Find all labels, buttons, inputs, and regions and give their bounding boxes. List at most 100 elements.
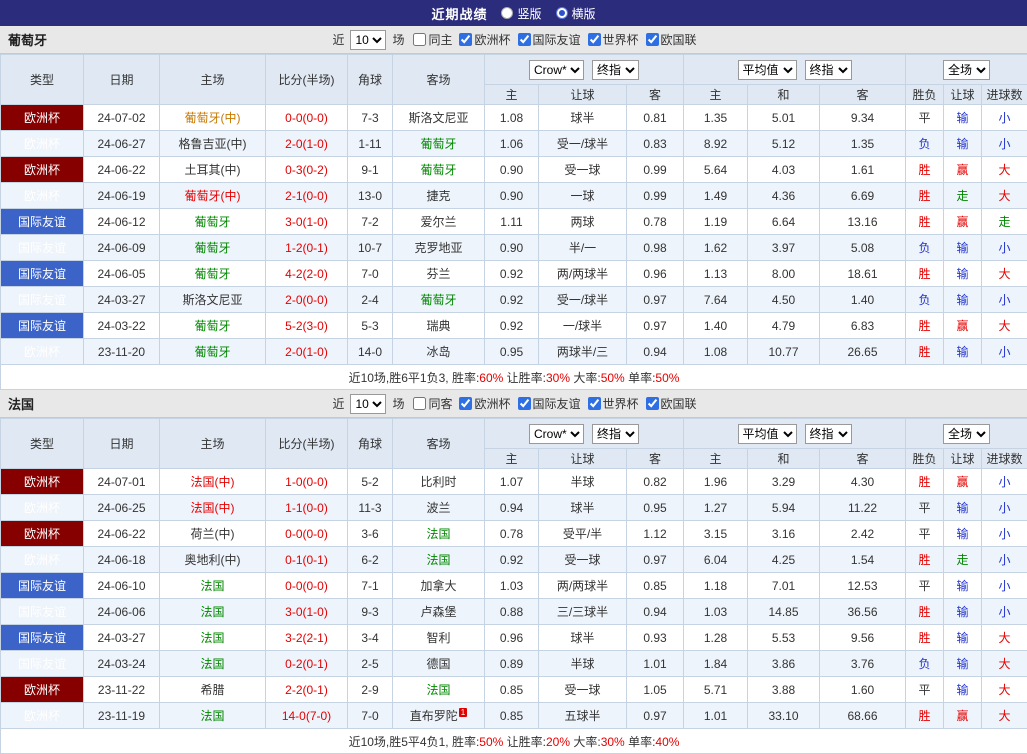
home-team-cell: 土耳其(中) bbox=[160, 157, 266, 183]
result-outcome-cell: 平 bbox=[906, 677, 944, 703]
handicap-line-cell: 五球半 bbox=[539, 703, 627, 729]
checkbox-input[interactable] bbox=[646, 33, 659, 46]
euro-odds-source-select[interactable]: 平均值 bbox=[738, 60, 797, 80]
checkbox-input[interactable] bbox=[459, 397, 472, 410]
competition-checkbox[interactable]: 世界杯 bbox=[588, 31, 639, 48]
checkbox-input[interactable] bbox=[518, 33, 531, 46]
competition-checkbox[interactable]: 欧国联 bbox=[646, 395, 697, 412]
competition-checkbox[interactable]: 欧洲杯 bbox=[459, 31, 510, 48]
euro-away-odds-cell: 1.60 bbox=[820, 677, 906, 703]
euro-odds-source-select[interactable]: 平均值 bbox=[738, 424, 797, 444]
corners-cell: 10-7 bbox=[348, 235, 393, 261]
column-header-handicap-home: 主 bbox=[485, 449, 539, 469]
checkbox-input[interactable] bbox=[518, 397, 531, 410]
type-cell: 国际友谊 bbox=[1, 235, 84, 261]
match-scope-select[interactable]: 全场 bbox=[943, 60, 990, 80]
result-outcome-cell: 负 bbox=[906, 287, 944, 313]
away-team-cell: 冰岛 bbox=[393, 339, 485, 365]
same-venue-checkbox[interactable]: 同主 bbox=[413, 31, 452, 48]
page: 近期战绩 竖版 横版 葡萄牙 近 10 场 同主 欧洲杯国际友谊世界杯欧国联 bbox=[0, 0, 1027, 754]
match-scope-select[interactable]: 全场 bbox=[943, 424, 990, 444]
date-cell: 24-07-02 bbox=[84, 105, 160, 131]
result-outcome-cell: 胜 bbox=[906, 469, 944, 495]
handicap-away-odds-cell: 0.85 bbox=[627, 573, 684, 599]
checkbox-label: 世界杯 bbox=[603, 395, 639, 412]
result-handicap-cell: 输 bbox=[944, 495, 982, 521]
layout-radio-unselected[interactable]: 竖版 bbox=[501, 5, 541, 22]
handicap-away-odds-cell: 0.97 bbox=[627, 547, 684, 573]
home-team-cell: 法国 bbox=[160, 703, 266, 729]
type-cell: 欧洲杯 bbox=[1, 339, 84, 365]
home-team-cell: 法国 bbox=[160, 573, 266, 599]
euro-home-odds-cell: 1.49 bbox=[684, 183, 748, 209]
euro-draw-odds-cell: 5.01 bbox=[748, 105, 820, 131]
euro-odds-group-header: 平均值终指 bbox=[684, 55, 906, 85]
checkbox-input[interactable] bbox=[646, 397, 659, 410]
summary-segment: 50% bbox=[601, 371, 625, 385]
checkbox-input[interactable] bbox=[588, 397, 601, 410]
recent-count-select[interactable]: 10 bbox=[350, 30, 386, 50]
competition-checkbox[interactable]: 国际友谊 bbox=[518, 395, 581, 412]
checkbox-input[interactable] bbox=[413, 33, 426, 46]
result-handicap-cell: 输 bbox=[944, 105, 982, 131]
recent-label: 近 bbox=[332, 31, 344, 48]
section-bar: 葡萄牙 近 10 场 同主 欧洲杯国际友谊世界杯欧国联 bbox=[0, 26, 1027, 54]
header-row-main: 类型 日期 主场 比分(半场) 角球 客场 Crow*终指 平均值终指 全场 bbox=[1, 419, 1027, 449]
column-header-score: 比分(半场) bbox=[266, 55, 348, 105]
date-cell: 24-03-22 bbox=[84, 313, 160, 339]
competition-checkbox[interactable]: 世界杯 bbox=[588, 395, 639, 412]
competition-checkbox[interactable]: 欧国联 bbox=[646, 31, 697, 48]
corners-cell: 2-9 bbox=[348, 677, 393, 703]
euro-draw-odds-cell: 5.53 bbox=[748, 625, 820, 651]
result-goals-cell: 小 bbox=[982, 105, 1027, 131]
home-team-cell: 葡萄牙 bbox=[160, 313, 266, 339]
competition-checkbox[interactable]: 欧洲杯 bbox=[459, 395, 510, 412]
handicap-bookmaker-select[interactable]: Crow* bbox=[529, 424, 584, 444]
corners-cell: 2-5 bbox=[348, 651, 393, 677]
result-handicap-cell: 赢 bbox=[944, 157, 982, 183]
sections-container: 葡萄牙 近 10 场 同主 欧洲杯国际友谊世界杯欧国联 bbox=[0, 26, 1027, 754]
corners-cell: 7-1 bbox=[348, 573, 393, 599]
competition-checkbox[interactable]: 国际友谊 bbox=[518, 31, 581, 48]
handicap-odds-group-header: Crow* 终指 bbox=[485, 55, 684, 85]
radio-icon[interactable] bbox=[501, 7, 513, 19]
home-team-cell: 法国(中) bbox=[160, 495, 266, 521]
handicap-odds-type-select[interactable]: 终指 bbox=[592, 60, 639, 80]
checkbox-input[interactable] bbox=[588, 33, 601, 46]
checkbox-input[interactable] bbox=[413, 397, 426, 410]
summary-segment: 60% bbox=[479, 371, 503, 385]
handicap-bookmaker-select[interactable]: Crow* bbox=[529, 60, 584, 80]
same-venue-checkbox[interactable]: 同客 bbox=[413, 395, 452, 412]
corners-cell: 11-3 bbox=[348, 495, 393, 521]
match-row: 欧洲杯 23-11-22 希腊 2-2(0-1) 2-9 法国 0.85 受一球… bbox=[1, 677, 1027, 703]
column-header-home: 主场 bbox=[160, 419, 266, 469]
home-team-cell: 荷兰(中) bbox=[160, 521, 266, 547]
euro-odds-type-select[interactable]: 终指 bbox=[805, 60, 852, 80]
table-header: 类型 日期 主场 比分(半场) 角球 客场 Crow*终指 平均值终指 全场 主… bbox=[1, 419, 1027, 469]
euro-away-odds-cell: 11.22 bbox=[820, 495, 906, 521]
handicap-odds-type-select[interactable]: 终指 bbox=[592, 424, 639, 444]
date-cell: 23-11-20 bbox=[84, 339, 160, 365]
handicap-line-cell: 一球 bbox=[539, 183, 627, 209]
recent-count-select[interactable]: 10 bbox=[350, 394, 386, 414]
summary-segment: 让胜率: bbox=[503, 371, 546, 385]
column-header-corners: 角球 bbox=[348, 55, 393, 105]
checkbox-label: 世界杯 bbox=[603, 31, 639, 48]
away-team-cell: 卢森堡 bbox=[393, 599, 485, 625]
match-row: 欧洲杯 23-11-20 葡萄牙 2-0(1-0) 14-0 冰岛 0.95 两… bbox=[1, 339, 1027, 365]
result-outcome-cell: 负 bbox=[906, 235, 944, 261]
layout-radio-selected[interactable]: 横版 bbox=[556, 5, 596, 22]
handicap-away-odds-cell: 0.97 bbox=[627, 287, 684, 313]
date-cell: 24-06-22 bbox=[84, 521, 160, 547]
date-cell: 24-07-01 bbox=[84, 469, 160, 495]
match-row: 国际友谊 24-03-24 法国 0-2(0-1) 2-5 德国 0.89 半球… bbox=[1, 651, 1027, 677]
handicap-line-cell: 球半 bbox=[539, 625, 627, 651]
checkbox-input[interactable] bbox=[459, 33, 472, 46]
away-team-cell: 比利时 bbox=[393, 469, 485, 495]
euro-draw-odds-cell: 3.29 bbox=[748, 469, 820, 495]
away-team-cell: 加拿大 bbox=[393, 573, 485, 599]
radio-icon[interactable] bbox=[556, 7, 568, 19]
euro-odds-group-header: 平均值终指 bbox=[684, 419, 906, 449]
team-name: 法国 bbox=[8, 394, 34, 413]
euro-odds-type-select[interactable]: 终指 bbox=[805, 424, 852, 444]
